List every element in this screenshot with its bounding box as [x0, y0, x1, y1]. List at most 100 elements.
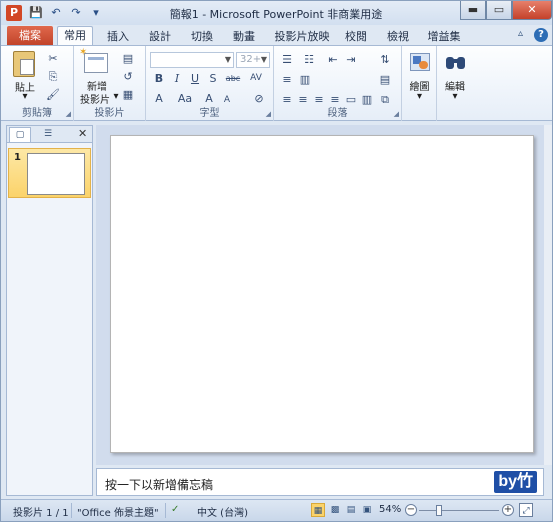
- strikethrough-icon[interactable]: abc: [222, 72, 244, 85]
- tab-insert[interactable]: 插入: [101, 28, 135, 45]
- slides-tab-icon[interactable]: ▢: [9, 127, 31, 142]
- slide-sorter-icon[interactable]: ▩: [328, 503, 342, 517]
- reading-view-icon[interactable]: ▤: [344, 503, 358, 517]
- powerpoint-app-icon[interactable]: P: [6, 5, 22, 21]
- panel-tabs: ▢ ☰ ✕: [7, 126, 92, 143]
- redo-icon[interactable]: ↷: [68, 5, 84, 21]
- font-launcher-icon[interactable]: ◢: [266, 110, 271, 118]
- help-icon[interactable]: ?: [534, 28, 548, 42]
- group-label-font: 字型: [199, 108, 220, 119]
- close-button[interactable]: ✕: [512, 1, 552, 20]
- vertical-scrollbar[interactable]: [544, 125, 552, 465]
- group-clipboard: 貼上 ▾ ✂ ⎘ 🖌 剪貼簿 ◢: [1, 46, 74, 121]
- slide-thumbnail-1[interactable]: 1: [8, 148, 91, 198]
- zoom-out-button[interactable]: −: [405, 504, 417, 516]
- drawing-icon[interactable]: [410, 53, 430, 71]
- notes-placeholder[interactable]: 按一下以新增備忘稿: [105, 476, 213, 493]
- bold-icon[interactable]: B: [152, 72, 166, 85]
- font-size-arrow-icon[interactable]: ▼: [261, 53, 267, 67]
- tab-slideshow[interactable]: 投影片放映: [271, 28, 333, 45]
- ribbon: 貼上 ▾ ✂ ⎘ 🖌 剪貼簿 ◢ ✶ 新增 投影片 ▾ ▤ ↺ ▦ 投影片 ▼ …: [1, 45, 552, 121]
- status-divider: [71, 503, 72, 518]
- tab-addins[interactable]: 增益集: [421, 28, 467, 45]
- status-bar: 投影片 1 / 1 "Office 佈景主題" ✓ 中文 (台灣) ▦ ▩ ▤ …: [1, 499, 552, 521]
- char-spacing-icon[interactable]: AV: [246, 72, 266, 85]
- title-bar: P 💾 ↶ ↷ ▾ 簡報1 - Microsoft PowerPoint 非商業…: [1, 1, 552, 25]
- tab-animations[interactable]: 動畫: [227, 28, 261, 45]
- slideshow-view-icon[interactable]: ▣: [360, 503, 374, 517]
- theme-name[interactable]: "Office 佈景主題": [77, 504, 159, 519]
- text-direction-icon[interactable]: ⇅: [378, 53, 392, 66]
- tab-design[interactable]: 設計: [143, 28, 177, 45]
- zoom-level[interactable]: 54%: [379, 504, 401, 515]
- spell-check-icon[interactable]: ✓: [171, 504, 179, 515]
- font-name-arrow-icon[interactable]: ▼: [225, 53, 231, 67]
- editing-arrow[interactable]: ▾: [439, 91, 471, 102]
- line-spacing-icon[interactable]: ≡: [280, 73, 294, 86]
- group-editing[interactable]: 編輯 ▾: [437, 46, 473, 121]
- increase-indent-icon[interactable]: ⇥: [344, 53, 358, 66]
- slide[interactable]: [110, 135, 534, 453]
- slide-canvas[interactable]: [96, 125, 544, 465]
- panel-close-icon[interactable]: ✕: [78, 127, 87, 140]
- group-paragraph: ☰ ☷ ⇤ ⇥ ⇅ ≡ ▥ ▤ ≡ ≡ ≡ ≡ ▭ ▥ ⧉ 段落 ◢: [274, 46, 402, 121]
- tab-home[interactable]: 常用: [57, 26, 93, 46]
- font-size-combo[interactable]: 32+ ▼: [236, 52, 270, 68]
- group-label-slides: 投影片: [94, 108, 125, 119]
- notes-pane[interactable]: 按一下以新增備忘稿 by竹: [96, 468, 544, 496]
- section-icon[interactable]: ▦: [121, 88, 135, 101]
- zoom-in-button[interactable]: +: [502, 504, 514, 516]
- format-painter-icon[interactable]: 🖌: [46, 88, 60, 101]
- italic-icon[interactable]: I: [170, 72, 184, 85]
- group-drawing[interactable]: 繪圖 ▾: [402, 46, 437, 121]
- slide-thumbnail-image[interactable]: [27, 153, 85, 195]
- window-title: 簡報1 - Microsoft PowerPoint 非商業用途: [169, 8, 383, 21]
- font-size-value: 32+: [240, 54, 262, 65]
- layout-icon[interactable]: ▤: [121, 52, 135, 65]
- zoom-slider[interactable]: [419, 510, 499, 511]
- undo-icon[interactable]: ↶: [48, 5, 64, 21]
- bullets-icon[interactable]: ☰: [280, 53, 294, 66]
- copy-icon[interactable]: ⎘: [46, 70, 60, 83]
- normal-view-icon[interactable]: ▦: [311, 503, 325, 517]
- align-text-icon[interactable]: ▤: [378, 73, 392, 86]
- new-slide-dropdown-arrow[interactable]: ▾: [112, 91, 120, 102]
- reset-icon[interactable]: ↺: [121, 70, 135, 83]
- cut-icon[interactable]: ✂: [46, 52, 60, 65]
- group-label-clipboard: 剪貼簿: [22, 108, 52, 119]
- paragraph-launcher-icon[interactable]: ◢: [394, 110, 399, 118]
- paste-dropdown-arrow[interactable]: ▾: [11, 91, 39, 102]
- status-divider: [165, 503, 166, 518]
- group-font: ▼ 32+ ▼ B I U S abc AV A Aa A A ⊘ 字型 ◢: [146, 46, 274, 121]
- new-slide-icon[interactable]: ✶: [79, 48, 108, 73]
- clipboard-launcher-icon[interactable]: ◢: [66, 110, 71, 118]
- minimize-ribbon-icon[interactable]: ▵: [518, 28, 523, 39]
- binoculars-icon[interactable]: [446, 53, 466, 71]
- powerpoint-window: P 💾 ↶ ↷ ▾ 簡報1 - Microsoft PowerPoint 非商業…: [0, 0, 553, 522]
- tab-transitions[interactable]: 切換: [185, 28, 219, 45]
- fit-to-window-icon[interactable]: ⤢: [519, 503, 533, 517]
- customize-qat-icon[interactable]: ▾: [88, 5, 104, 21]
- drawing-arrow[interactable]: ▾: [404, 91, 435, 102]
- minimize-button[interactable]: ▬: [460, 1, 486, 20]
- underline-icon[interactable]: U: [188, 72, 202, 85]
- font-name-combo[interactable]: ▼: [150, 52, 234, 68]
- zoom-slider-thumb[interactable]: [435, 505, 442, 516]
- group-label-paragraph: 段落: [327, 108, 348, 119]
- shadow-icon[interactable]: S: [206, 72, 220, 85]
- columns-icon[interactable]: ▥: [298, 73, 312, 86]
- save-icon[interactable]: 💾: [28, 5, 44, 21]
- slides-panel: ▢ ☰ ✕ 1: [6, 125, 93, 496]
- tab-review[interactable]: 校閱: [339, 28, 373, 45]
- watermark-logo: by竹: [494, 471, 537, 493]
- slide-counter: 投影片 1 / 1: [13, 508, 69, 519]
- tab-file[interactable]: 檔案: [7, 26, 53, 45]
- paste-icon[interactable]: [13, 51, 35, 77]
- numbering-icon[interactable]: ☷: [302, 53, 316, 66]
- decrease-indent-icon[interactable]: ⇤: [326, 53, 340, 66]
- maximize-button[interactable]: ▭: [486, 1, 512, 20]
- outline-tab-icon[interactable]: ☰: [37, 127, 59, 142]
- tab-view[interactable]: 檢視: [381, 28, 415, 45]
- language-indicator[interactable]: 中文 (台灣): [197, 504, 248, 519]
- slide-thumbnail-number: 1: [14, 152, 21, 163]
